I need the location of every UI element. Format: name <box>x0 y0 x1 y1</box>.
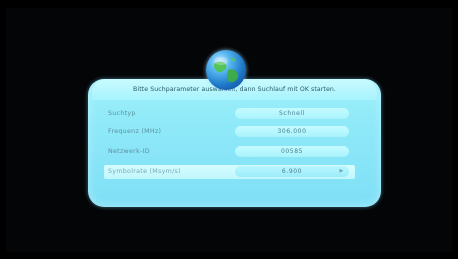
symbol-rate-label: Symbolrate (Msym/s) <box>108 168 181 175</box>
search-type-value[interactable]: Schnell <box>235 108 349 119</box>
frequency-row[interactable]: Frequenz (MHz) 306.000 <box>104 125 355 139</box>
symbol-rate-value-text: 6.900 <box>281 168 303 175</box>
tv-screen: Bitte Suchparameter auswählen, dann Such… <box>0 0 458 259</box>
symbol-rate-row[interactable]: Symbolrate (Msym/s) 6.900 ▶ <box>104 165 355 179</box>
frequency-value[interactable]: 306.000 <box>235 126 349 137</box>
search-type-label: Suchtyp <box>108 110 136 117</box>
network-id-label: Netzwerk-ID <box>108 148 150 155</box>
symbol-rate-value[interactable]: 6.900 ▶ <box>235 166 349 177</box>
globe-icon <box>206 50 246 90</box>
frequency-label: Frequenz (MHz) <box>108 128 162 135</box>
chevron-right-icon: ▶ <box>339 168 344 174</box>
search-type-row[interactable]: Suchtyp Schnell <box>104 107 355 121</box>
network-id-value[interactable]: 00585 <box>235 146 349 157</box>
network-id-row[interactable]: Netzwerk-ID 00585 <box>104 145 355 159</box>
